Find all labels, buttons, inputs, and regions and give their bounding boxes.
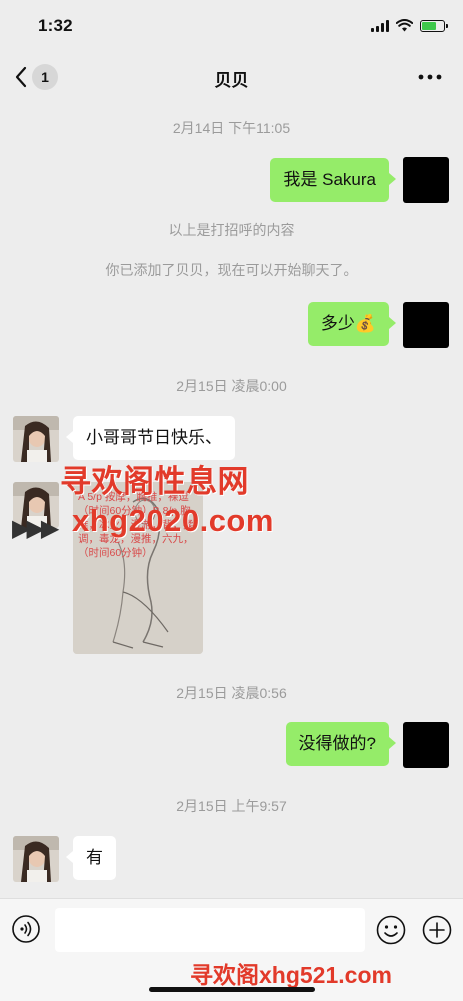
signal-icon (371, 19, 389, 32)
message-bubble-outgoing[interactable]: 我是 Sakura (270, 158, 396, 202)
status-time: 1:32 (38, 16, 73, 35)
message-bubble-incoming[interactable]: 有 (66, 836, 116, 880)
avatar-self[interactable] (403, 722, 449, 768)
status-icons (371, 19, 448, 32)
voice-icon[interactable] (11, 914, 41, 944)
timestamp: 2月14日 下午11:05 (172, 120, 291, 136)
avatar-contact[interactable] (13, 416, 59, 462)
status-bar: 1:32 (0, 0, 463, 54)
system-message: 以上是打招呼的内容 (168, 222, 295, 238)
message-bubble-outgoing[interactable]: 没得做的? (285, 722, 397, 766)
watermark-text: 寻欢阁xhg521.com (190, 962, 392, 988)
message-bubble-outgoing[interactable]: 多少💰 (307, 302, 397, 346)
more-dots-icon[interactable] (415, 64, 445, 90)
battery-icon (420, 19, 448, 32)
watermark-arrows: ▶▶▶ (12, 515, 59, 542)
avatar-self[interactable] (403, 157, 449, 203)
watermark-text: 寻欢阁性息网 (60, 464, 249, 499)
plus-icon[interactable] (421, 914, 453, 946)
chat-title: 贝贝 (214, 71, 249, 90)
system-message: 你已添加了贝贝，现在可以开始聊天了。 (105, 262, 358, 278)
avatar-self[interactable] (403, 302, 449, 348)
avatar-contact[interactable] (13, 836, 59, 882)
timestamp: 2月15日 凌晨0:56 (176, 685, 287, 701)
timestamp: 2月15日 凌晨0:00 (176, 378, 287, 394)
message-input[interactable] (55, 908, 365, 952)
wifi-icon (396, 19, 413, 32)
chat-header: 1 贝贝 (0, 54, 463, 102)
timestamp: 2月15日 上午9:57 (176, 798, 287, 814)
emoji-icon[interactable] (375, 914, 407, 946)
message-bubble-incoming[interactable]: 小哥哥节日快乐、 (66, 416, 235, 460)
home-indicator[interactable] (149, 987, 315, 992)
watermark-text: xhg2020.com (72, 503, 274, 538)
